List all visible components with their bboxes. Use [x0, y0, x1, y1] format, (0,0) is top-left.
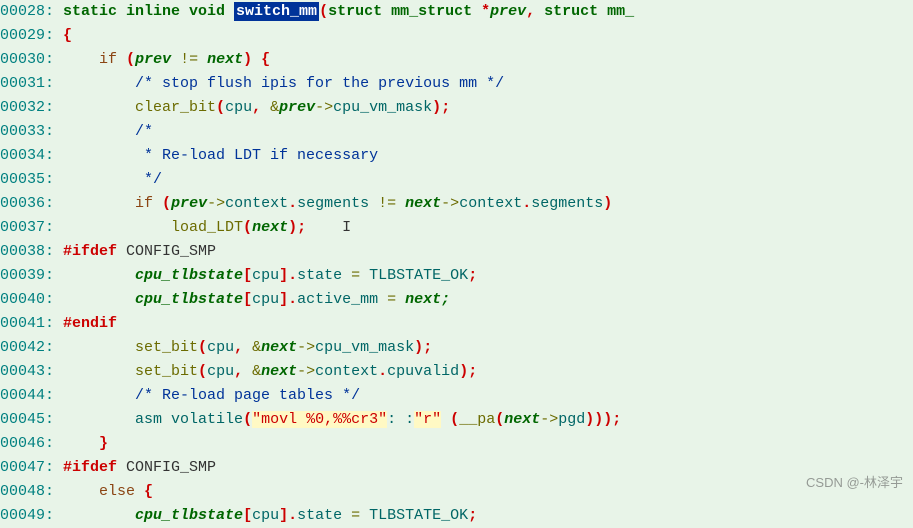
code-line: 00046: } [0, 432, 913, 456]
code-line: 00033: /* [0, 120, 913, 144]
code-line: 00037: load_LDT(next); I [0, 216, 913, 240]
code-line: 00030: if (prev != next) { [0, 48, 913, 72]
code-line: 00045: asm volatile("movl %0,%%cr3": :"r… [0, 408, 913, 432]
text-cursor-icon: I [306, 219, 351, 236]
code-line: 00041: #endif [0, 312, 913, 336]
code-line: 00047: #ifdef CONFIG_SMP [0, 456, 913, 480]
highlighted-function: switch_mm [234, 2, 319, 21]
code-line: 00044: /* Re-load page tables */ [0, 384, 913, 408]
watermark: CSDN @-林泽宇 [806, 473, 903, 494]
code-line: 00042: set_bit(cpu, &next->cpu_vm_mask); [0, 336, 913, 360]
code-line: 00038: #ifdef CONFIG_SMP [0, 240, 913, 264]
code-block: 00028: static inline void switch_mm(stru… [0, 0, 913, 528]
code-line: 00036: if (prev->context.segments != nex… [0, 192, 913, 216]
code-line: 00039: cpu_tlbstate[cpu].state = TLBSTAT… [0, 264, 913, 288]
preprocessor: #ifdef [63, 243, 126, 260]
line-number: 00028: [0, 3, 63, 20]
code-line: 00040: cpu_tlbstate[cpu].active_mm = nex… [0, 288, 913, 312]
code-line: 00034: * Re-load LDT if necessary [0, 144, 913, 168]
code-line: 00029: { [0, 24, 913, 48]
code-line: 00048: else { [0, 480, 913, 504]
comment: /* stop flush ipis for the previous mm *… [135, 75, 504, 92]
code-line: 00035: */ [0, 168, 913, 192]
code-line: 00049: cpu_tlbstate[cpu].state = TLBSTAT… [0, 504, 913, 528]
code-line: 00043: set_bit(cpu, &next->context.cpuva… [0, 360, 913, 384]
code-line: 00028: static inline void switch_mm(stru… [0, 0, 913, 24]
code-line: 00032: clear_bit(cpu, &prev->cpu_vm_mask… [0, 96, 913, 120]
string-literal: "movl %0,%%cr3" [252, 411, 387, 428]
code-line: 00031: /* stop flush ipis for the previo… [0, 72, 913, 96]
